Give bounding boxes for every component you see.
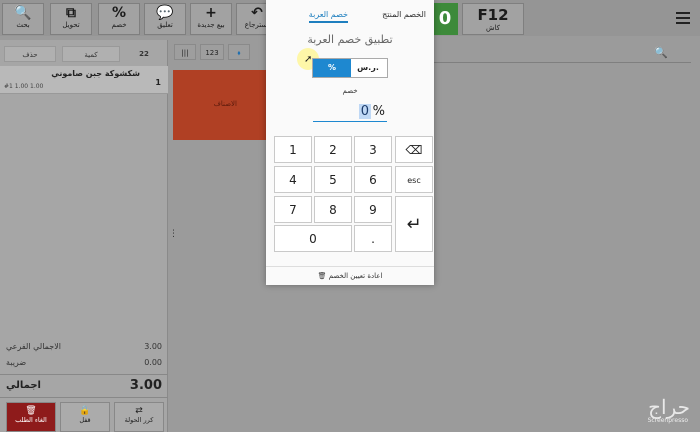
currency-option[interactable]: ر.س. <box>349 59 387 77</box>
lock-icon: 🔒 <box>79 406 91 416</box>
cart-header: حذف كمية 22 <box>0 44 168 64</box>
number-pad-button[interactable]: 123 <box>200 44 224 60</box>
discount-unit: % <box>372 104 385 119</box>
subtotal-row: الاجمالي الفرعي 3.00 <box>6 342 162 351</box>
key-3[interactable]: 3 <box>354 136 392 163</box>
key-6[interactable]: 6 <box>354 166 392 193</box>
enter-key[interactable]: ↵ <box>395 196 433 252</box>
key-5[interactable]: 5 <box>314 166 352 193</box>
discount-button[interactable]: % خصم <box>98 3 140 35</box>
backspace-key[interactable]: ⌫ <box>395 136 433 163</box>
discount-type-toggle[interactable]: ر.س. % <box>312 58 388 78</box>
pane-resize-handle[interactable]: ⋮ <box>169 230 178 242</box>
discount-tabs: الخصم المنتج خصم العربة <box>266 8 434 26</box>
quantity-button[interactable]: كمية <box>62 46 120 62</box>
category-tile[interactable]: الاصناف <box>173 70 267 140</box>
transfer-button[interactable]: ⧉ تحويل <box>50 3 92 35</box>
hold-button[interactable]: 💬 تعليق <box>144 3 186 35</box>
green-status-button[interactable]: 0 <box>432 3 458 35</box>
search-icon: 🔍 <box>14 5 32 21</box>
item-count: 22 <box>139 50 149 58</box>
transfer-icon: ⧉ <box>66 5 76 21</box>
dialog-title: تطبيق خصم العربة <box>307 33 393 46</box>
percent-option[interactable]: % <box>313 59 351 77</box>
key-decimal[interactable]: . <box>354 225 392 252</box>
grand-total-row: اجمالي 3.00 <box>0 374 168 398</box>
cart-item-name: شكشوكة جبن صاموني <box>51 69 140 78</box>
plus-icon: + <box>205 5 217 21</box>
barcode-button[interactable]: ||| <box>174 44 196 60</box>
tab-cart-discount[interactable]: خصم العربة <box>308 10 348 23</box>
new-sale-button[interactable]: + بيع جديدة <box>190 3 232 35</box>
search-button[interactable]: 🔍 بحث <box>2 3 44 35</box>
cart-item-qty: 1 <box>155 78 161 87</box>
comment-icon: 💬 <box>156 5 174 21</box>
discount-value: 0 <box>358 104 371 119</box>
discount-input[interactable]: 0 % <box>313 104 387 122</box>
cancel-order-button[interactable]: 🗑 الغاء الطلب <box>6 402 56 432</box>
tab-product-discount[interactable]: الخصم المنتج <box>382 10 426 19</box>
category-tile-label: الاصناف <box>213 100 237 108</box>
search-icon[interactable]: 🔍 <box>654 46 668 59</box>
key-9[interactable]: 9 <box>354 196 392 223</box>
key-8[interactable]: 8 <box>314 196 352 223</box>
swap-icon: ⇄ <box>135 406 143 416</box>
key-2[interactable]: 2 <box>314 136 352 163</box>
delete-button[interactable]: حذف <box>4 46 56 62</box>
percent-icon: % <box>111 5 127 21</box>
lock-button[interactable]: 🔒 قفل <box>60 402 110 432</box>
key-4[interactable]: 4 <box>274 166 312 193</box>
product-toolbar: ||| 123 ⬧ <box>172 40 700 62</box>
cart-item-row[interactable]: شكشوكة جبن صاموني 1 #1 1.00 1.00 <box>0 66 168 94</box>
tag-icon[interactable]: ⬧ <box>228 44 250 60</box>
cashier-button[interactable]: F12 كاش <box>462 3 524 35</box>
cart-item-details: #1 1.00 1.00 <box>4 83 44 90</box>
key-0[interactable]: 0 <box>274 225 352 252</box>
trash-icon: 🗑 <box>25 406 37 416</box>
tax-row: ضريبة 0.00 <box>6 358 162 367</box>
hamburger-menu-icon[interactable] <box>676 12 690 24</box>
key-1[interactable]: 1 <box>274 136 312 163</box>
trash-icon: 🗑 <box>317 272 327 280</box>
watermark: حراج Screenpresso <box>647 395 690 424</box>
repeat-transaction-button[interactable]: ⇄ كرر الحولة <box>114 402 164 432</box>
discount-label: خصم <box>342 87 358 95</box>
esc-key[interactable]: esc <box>395 166 433 193</box>
reset-discount-button[interactable]: 🗑 اعادة تعيين الخصم <box>266 266 434 284</box>
key-7[interactable]: 7 <box>274 196 312 223</box>
